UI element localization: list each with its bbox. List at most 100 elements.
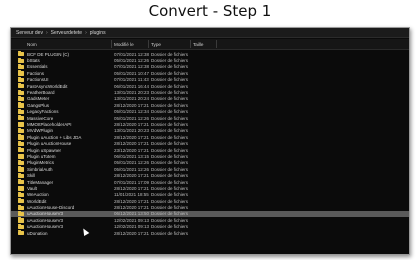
file-type: Dossier de fichiers <box>151 211 189 217</box>
file-name: PluginMetrics <box>27 160 55 166</box>
file-name: uAuctionHouseV3 <box>27 217 64 223</box>
file-modified-date: 13/01/2021 20:23 <box>114 128 150 134</box>
folder-icon <box>18 57 24 63</box>
file-name: MassiveCore <box>27 115 54 121</box>
file-name: Plugin uSpawner <box>27 147 62 153</box>
file-type: Dossier de fichiers <box>151 141 189 147</box>
file-name: Skill <box>27 173 36 179</box>
file-name: Vault <box>27 185 37 191</box>
file-modified-date: 13/01/2021 20:24 <box>114 96 150 102</box>
file-list: BCF DE PLUGIN (C) 07/01/2021 12:38 Dossier… <box>11 51 409 236</box>
page-title: Convert - Step 1 <box>148 2 272 20</box>
file-name: BCF DE PLUGIN (C) <box>27 51 70 57</box>
file-modified-date: 28/12/2020 17:21 <box>114 141 150 147</box>
folder-icon <box>18 134 24 140</box>
file-name: Plugin uAuction + Libs JDA <box>27 134 82 140</box>
folder-icon <box>18 191 24 198</box>
folder-icon <box>18 230 24 236</box>
chevron-right-icon: › <box>85 29 87 36</box>
folder-icon <box>18 147 24 153</box>
file-modified-date: 05/01/2021 12:26 <box>114 58 150 64</box>
file-modified-date: 06/01/2021 13:15 <box>114 153 150 159</box>
column-divider[interactable] <box>111 40 112 48</box>
folder-icon <box>18 185 24 191</box>
file-name: LegacyFactions <box>27 109 59 115</box>
file-modified-date: 05/01/2021 12:26 <box>114 160 150 166</box>
folder-icon <box>18 166 24 172</box>
column-header-date[interactable]: Modifié le <box>114 42 134 47</box>
folder-icon <box>18 51 24 57</box>
folder-icon <box>18 179 24 185</box>
file-name: FactionsUI <box>27 77 49 83</box>
file-type: Dossier de fichiers <box>151 224 189 230</box>
column-header-type[interactable]: Type <box>151 42 161 47</box>
file-name: TitleManager <box>27 179 54 185</box>
column-divider[interactable] <box>148 40 149 48</box>
file-modified-date: 28/12/2020 17:21 <box>114 173 150 179</box>
file-modified-date: 05/01/2021 10:47 <box>114 70 150 76</box>
file-type: Dossier de fichiers <box>151 96 189 102</box>
file-name: MVdWPlugin <box>27 128 54 134</box>
file-modified-date: 06/01/2021 16:44 <box>114 83 150 89</box>
file-name: uDonation <box>27 230 48 236</box>
file-type: Dossier de fichiers <box>151 64 189 70</box>
file-modified-date: 28/12/2020 17:21 <box>114 230 150 236</box>
column-header-size[interactable]: Taille <box>193 42 203 47</box>
file-name: Plugin uAuctionHouse <box>27 141 72 147</box>
file-modified-date: 07/01/2021 12:38 <box>114 64 150 70</box>
file-type: Dossier de fichiers <box>151 217 189 223</box>
file-name: FeatherBoard <box>27 90 55 96</box>
column-divider[interactable] <box>216 40 217 48</box>
folder-icon <box>18 115 24 121</box>
file-type: Dossier de fichiers <box>151 51 189 57</box>
folder-icon <box>18 70 24 76</box>
file-type: Dossier de fichiers <box>151 70 189 76</box>
file-type: Dossier de fichiers <box>151 160 189 166</box>
folder-icon <box>18 140 24 146</box>
file-row[interactable]: uDonation 28/12/2020 17:21 Dossier de fich… <box>11 230 409 236</box>
file-name: SimbrialAuth <box>27 166 53 172</box>
folder-icon <box>18 223 24 230</box>
file-modified-date: 28/12/2020 17:21 <box>114 102 150 108</box>
file-type: Dossier de fichiers <box>151 58 189 64</box>
folder-icon <box>18 89 24 95</box>
file-name: bStats <box>27 58 40 64</box>
file-modified-date: 28/12/2020 17:21 <box>114 205 150 211</box>
breadcrumb: Serveur dev › Serveurdetete › plugins <box>11 28 409 38</box>
file-type: Dossier de fichiers <box>151 134 189 140</box>
folder-icon <box>18 95 24 102</box>
file-modified-date: 28/12/2020 17:21 <box>114 198 150 204</box>
file-type: Dossier de fichiers <box>151 115 189 121</box>
file-modified-date: 13/01/2021 20:23 <box>114 90 150 96</box>
file-modified-date: 07/01/2021 17:09 <box>114 179 150 185</box>
file-type: Dossier de fichiers <box>151 153 189 159</box>
folder-icon <box>18 121 24 127</box>
file-modified-date: 28/12/2020 17:21 <box>114 134 150 140</box>
file-name: GadsMeter <box>27 96 50 102</box>
folder-icon <box>18 159 24 166</box>
breadcrumb-item[interactable]: Serveur dev <box>16 30 43 36</box>
column-header-name[interactable]: Nom <box>27 42 37 47</box>
breadcrumb-item[interactable]: plugins <box>90 30 106 36</box>
file-name: MMOItPlaceholderAPI <box>27 121 72 127</box>
folder-icon <box>18 210 24 217</box>
file-explorer-window: Serveur dev › Serveurdetete › plugins No… <box>10 27 410 255</box>
file-type: Dossier de fichiers <box>151 230 189 236</box>
folder-icon <box>18 198 24 204</box>
file-modified-date: 05/01/2021 12:34 <box>114 109 150 115</box>
file-type: Dossier de fichiers <box>151 198 189 204</box>
folder-icon <box>18 127 24 134</box>
file-modified-date: 12/02/2021 09:13 <box>114 224 150 230</box>
file-name: Plugin uTotem <box>27 153 56 159</box>
file-modified-date: 28/12/2020 17:21 <box>114 185 150 191</box>
file-type: Dossier de fichiers <box>151 179 189 185</box>
file-modified-date: 07/01/2021 11:43 <box>114 77 149 83</box>
folder-icon <box>18 102 24 108</box>
folder-icon <box>18 83 24 89</box>
breadcrumb-item[interactable]: Serveurdetete <box>51 30 82 36</box>
file-name: uAuctionHouse-Discord <box>27 205 75 211</box>
folder-icon <box>18 172 24 178</box>
file-name: GangsPlus <box>27 102 50 108</box>
column-divider[interactable] <box>190 40 191 48</box>
file-name: uAuctionHouseV3 <box>27 211 64 217</box>
